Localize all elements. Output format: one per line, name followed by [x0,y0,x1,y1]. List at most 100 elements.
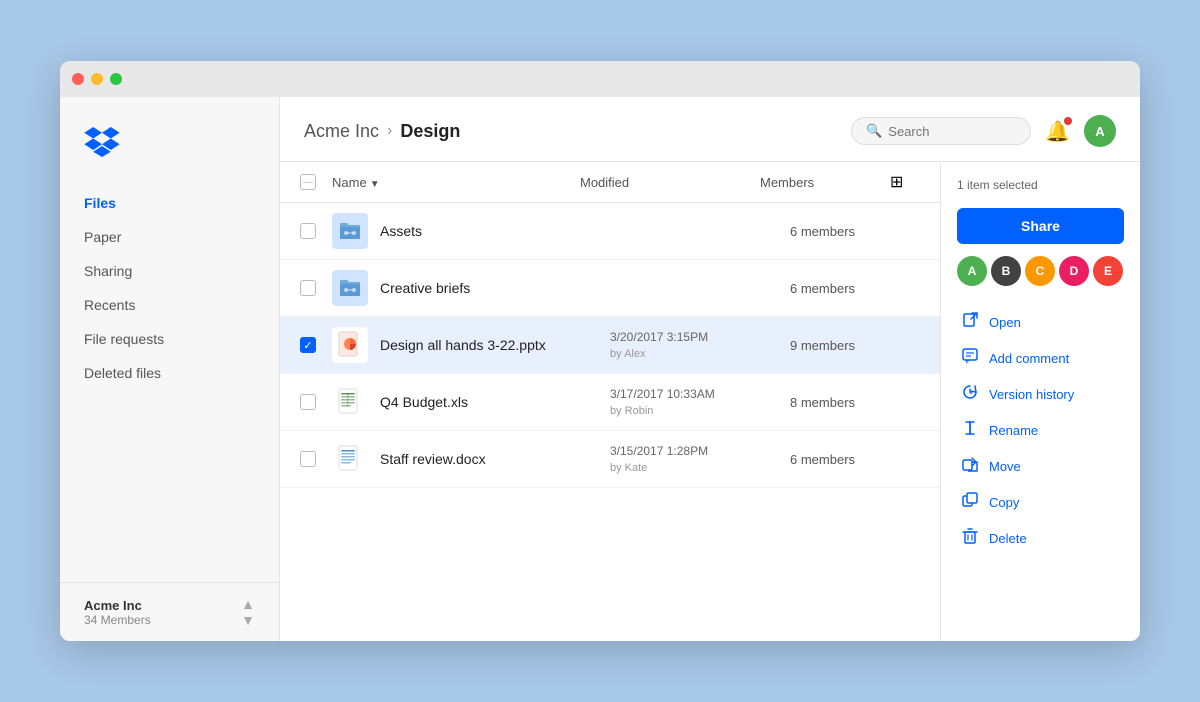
rename-icon [961,420,979,440]
close-button[interactable] [72,73,84,85]
row-checkbox[interactable] [300,223,316,239]
file-members: 6 members [790,281,920,296]
action-version-history-label: Version history [989,387,1074,402]
col-header-modified: Modified [580,175,760,190]
action-copy[interactable]: Copy [957,484,1124,520]
docx-icon [332,441,368,477]
app-body: Files Paper Sharing Recents File request… [60,97,1140,641]
action-move-label: Move [989,459,1021,474]
xlsx-icon [332,384,368,420]
file-modified: 3/15/2017 1:28PM by Kate [610,442,790,477]
sidebar-item-recents[interactable]: Recents [60,288,279,322]
org-switcher-icon[interactable]: ▲ ▼ [241,597,255,627]
member-avatar: D [1059,256,1089,286]
breadcrumb: Acme Inc › Design [304,121,460,142]
org-name: Acme Inc [84,598,151,613]
logo [60,117,279,186]
sidebar-item-deleted-files[interactable]: Deleted files [60,356,279,390]
file-name: Q4 Budget.xls [380,394,610,410]
action-open[interactable]: Open [957,304,1124,340]
dropbox-logo-icon [84,127,120,157]
file-modified: 3/17/2017 10:33AM by Robin [610,385,790,420]
action-add-comment-label: Add comment [989,351,1069,366]
file-members: 9 members [790,338,920,353]
selected-info-label: 1 item selected [957,178,1124,192]
add-comment-icon [961,348,979,368]
right-panel: 1 item selected Share A B C D E [940,162,1140,641]
row-checkbox[interactable] [300,451,316,467]
search-icon: 🔍 [866,123,882,139]
titlebar [60,61,1140,97]
action-add-comment[interactable]: Add comment [957,340,1124,376]
app-window: Files Paper Sharing Recents File request… [60,61,1140,641]
view-toggle-icon[interactable]: ⊞ [890,172,920,192]
breadcrumb-arrow-icon: › [387,122,392,140]
open-icon [961,312,979,332]
file-members: 6 members [790,224,920,239]
breadcrumb-parent[interactable]: Acme Inc [304,121,379,142]
row-checkbox[interactable] [300,280,316,296]
col-header-name[interactable]: Name▼ [332,175,580,190]
member-avatar: C [1025,256,1055,286]
org-info: Acme Inc 34 Members [84,598,151,627]
folder-icon [332,270,368,306]
sidebar-footer: Acme Inc 34 Members ▲ ▼ [60,582,279,641]
sidebar-item-sharing[interactable]: Sharing [60,254,279,288]
share-button[interactable]: Share [957,208,1124,244]
action-version-history[interactable]: Version history [957,376,1124,412]
file-area: — Name▼ Modified Members ⊞ [280,162,1140,641]
sidebar-item-files[interactable]: Files [60,186,279,220]
file-name: Staff review.docx [380,451,610,467]
member-avatar: E [1093,256,1123,286]
notification-badge [1064,117,1072,125]
action-move[interactable]: Move [957,448,1124,484]
table-header-row: — Name▼ Modified Members ⊞ [280,162,940,203]
action-rename[interactable]: Rename [957,412,1124,448]
table-row[interactable]: Design all hands 3-22.pptx 3/20/2017 3:1… [280,317,940,374]
search-input[interactable] [888,124,1008,139]
action-copy-label: Copy [989,495,1019,510]
breadcrumb-current: Design [400,121,460,142]
header-right: 🔍 🔔 A [851,115,1116,147]
action-open-label: Open [989,315,1021,330]
copy-icon [961,492,979,512]
file-name: Assets [380,223,610,239]
action-delete[interactable]: Delete [957,520,1124,556]
delete-icon [961,528,979,548]
row-checkbox[interactable] [300,394,316,410]
move-icon [961,456,979,476]
member-avatars-list: A B C D E [957,256,1124,286]
main-content: Acme Inc › Design 🔍 🔔 A [280,97,1140,641]
pptx-icon [332,327,368,363]
minimize-button[interactable] [91,73,103,85]
row-checkbox[interactable] [300,337,316,353]
sidebar-item-paper[interactable]: Paper [60,220,279,254]
maximize-button[interactable] [110,73,122,85]
file-table: — Name▼ Modified Members ⊞ [280,162,940,641]
action-list: Open Add comment [957,304,1124,556]
version-history-icon [961,384,979,404]
action-delete-label: Delete [989,531,1027,546]
search-box[interactable]: 🔍 [851,117,1031,145]
table-row[interactable]: Staff review.docx 3/15/2017 1:28PM by Ka… [280,431,940,488]
main-header: Acme Inc › Design 🔍 🔔 A [280,97,1140,162]
user-avatar[interactable]: A [1084,115,1116,147]
select-all-checkbox[interactable]: — [300,174,316,190]
sidebar-item-file-requests[interactable]: File requests [60,322,279,356]
member-avatar: A [957,256,987,286]
folder-icon [332,213,368,249]
file-members: 6 members [790,452,920,467]
sort-arrow-icon: ▼ [370,179,380,190]
file-modified: 3/20/2017 3:15PM by Alex [610,328,790,363]
member-avatar: B [991,256,1021,286]
table-row[interactable]: Creative briefs 6 members [280,260,940,317]
file-name: Creative briefs [380,280,610,296]
org-members-count: 34 Members [84,613,151,627]
sidebar-nav: Files Paper Sharing Recents File request… [60,186,279,582]
table-row[interactable]: Assets 6 members [280,203,940,260]
file-members: 8 members [790,395,920,410]
action-rename-label: Rename [989,423,1038,438]
notifications-button[interactable]: 🔔 [1045,119,1070,144]
table-row[interactable]: Q4 Budget.xls 3/17/2017 10:33AM by Robin… [280,374,940,431]
sidebar: Files Paper Sharing Recents File request… [60,97,280,641]
